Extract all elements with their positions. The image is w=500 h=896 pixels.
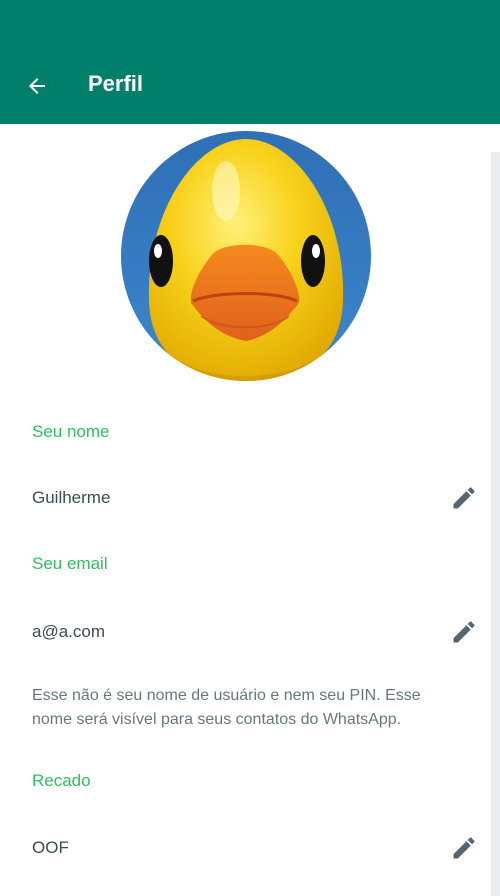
pencil-icon bbox=[453, 837, 475, 859]
scrollbar[interactable] bbox=[491, 152, 500, 896]
pencil-icon bbox=[453, 621, 475, 643]
profile-photo[interactable] bbox=[121, 131, 371, 381]
edit-email-button[interactable] bbox=[450, 618, 478, 646]
name-label: Seu nome bbox=[32, 422, 110, 441]
status-value: OOF bbox=[32, 838, 69, 857]
email-label: Seu email bbox=[32, 554, 108, 573]
status-label: Recado bbox=[32, 771, 91, 790]
edit-name-button[interactable] bbox=[450, 484, 478, 512]
app-header: Perfil bbox=[0, 0, 500, 124]
pencil-icon bbox=[453, 487, 475, 509]
status-field: OOF bbox=[32, 834, 478, 864]
back-button[interactable] bbox=[24, 74, 50, 98]
edit-status-button[interactable] bbox=[450, 834, 478, 862]
email-value: a@a.com bbox=[32, 622, 106, 641]
rubber-duck-photo bbox=[121, 131, 371, 381]
email-field: a@a.com bbox=[32, 618, 478, 648]
name-visibility-info: Esse não é seu nome de usuário e nem seu… bbox=[32, 687, 421, 728]
page-title: Perfil bbox=[88, 71, 144, 96]
arrow-left-icon bbox=[29, 78, 45, 94]
name-value: Guilherme bbox=[32, 488, 111, 507]
name-field: Guilherme bbox=[32, 484, 478, 514]
